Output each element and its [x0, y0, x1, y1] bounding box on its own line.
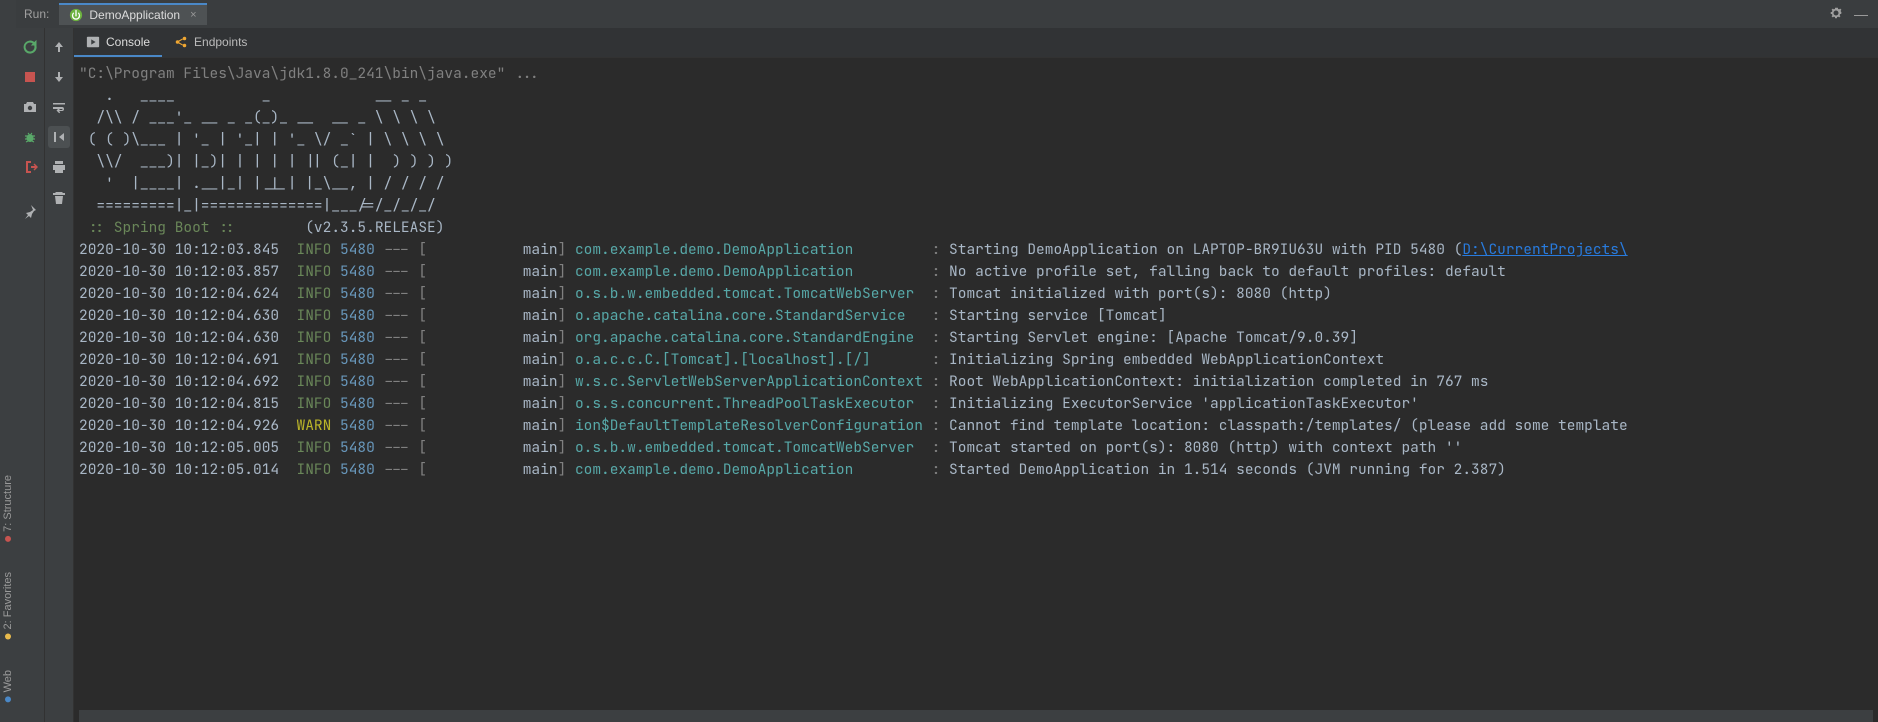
- console-actions-column: [45, 28, 74, 722]
- run-content: Console Endpoints "C:\Program Files\Java…: [74, 28, 1878, 722]
- soft-wrap-button[interactable]: [48, 96, 70, 118]
- endpoints-icon: [174, 35, 188, 49]
- tab-endpoints[interactable]: Endpoints: [162, 29, 259, 57]
- trash-clear-button[interactable]: [48, 186, 70, 208]
- tab-endpoints-label: Endpoints: [194, 35, 247, 49]
- rail-web[interactable]: Web: [2, 670, 14, 702]
- content-tabs: Console Endpoints: [74, 28, 1878, 58]
- scroll-up-button[interactable]: [48, 36, 70, 58]
- tool-window-rail: 7: Structure 2: Favorites Web: [0, 0, 17, 722]
- gear-icon[interactable]: [1828, 5, 1844, 24]
- camera-dump-button[interactable]: [19, 96, 41, 118]
- rail-structure[interactable]: 7: Structure: [2, 475, 14, 542]
- print-button[interactable]: [48, 156, 70, 178]
- console-play-icon: [86, 35, 100, 49]
- console-output[interactable]: "C:\Program Files\Java\jdk1.8.0_241\bin\…: [74, 58, 1878, 710]
- rail-favorites-label: 2: Favorites: [2, 572, 14, 629]
- rail-favorites[interactable]: 2: Favorites: [2, 572, 14, 639]
- pin-button[interactable]: [19, 200, 41, 222]
- rerun-button[interactable]: [19, 36, 41, 58]
- scroll-down-button[interactable]: [48, 66, 70, 88]
- run-header: Run: DemoApplication × —: [16, 0, 1878, 29]
- close-run-tab-icon[interactable]: ×: [190, 9, 196, 21]
- run-actions-column: [16, 28, 45, 722]
- scroll-to-end-button[interactable]: [48, 126, 70, 148]
- tab-console[interactable]: Console: [74, 29, 162, 57]
- stop-button[interactable]: [19, 66, 41, 88]
- file-path-link[interactable]: D:\CurrentProjects\: [1462, 240, 1627, 259]
- horizontal-scrollbar[interactable]: [79, 710, 1873, 722]
- tab-console-label: Console: [106, 35, 150, 49]
- run-config-name: DemoApplication: [89, 8, 180, 22]
- rail-structure-label: 7: Structure: [2, 475, 14, 532]
- run-label: Run:: [24, 7, 49, 21]
- hide-panel-icon[interactable]: —: [1854, 6, 1868, 22]
- debug-bug-button[interactable]: [19, 126, 41, 148]
- spring-boot-icon: [69, 8, 83, 22]
- rail-web-label: Web: [2, 670, 14, 692]
- exit-button[interactable]: [19, 156, 41, 178]
- run-config-tab[interactable]: DemoApplication ×: [59, 3, 206, 25]
